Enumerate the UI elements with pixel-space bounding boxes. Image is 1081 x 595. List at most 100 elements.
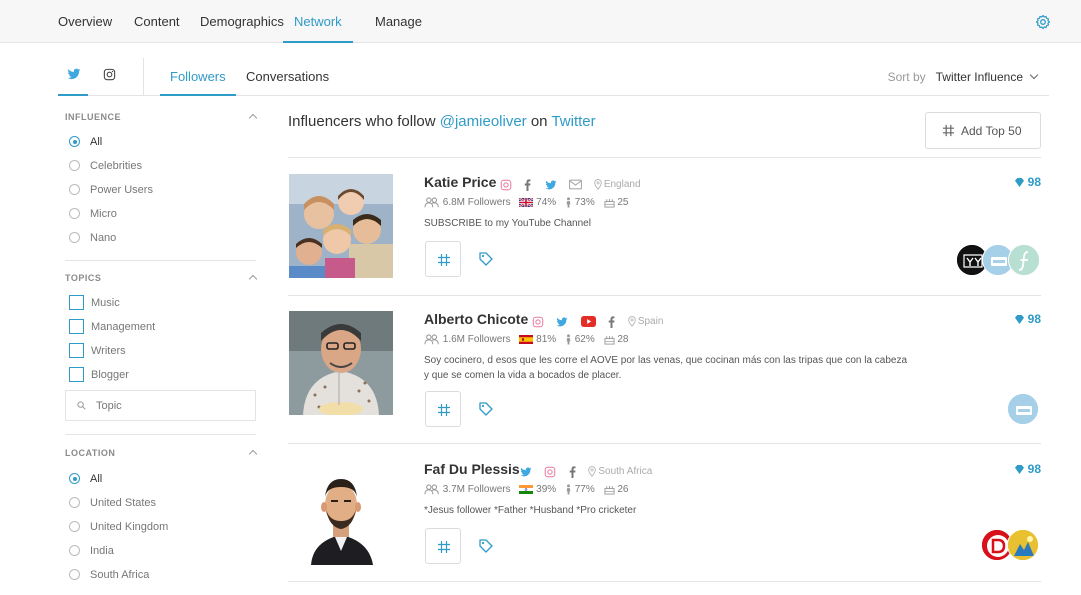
top-navigation: Overview Content Demographics Network Ma… bbox=[0, 0, 1081, 43]
tag-icon[interactable] bbox=[478, 538, 494, 554]
topics-heading: TOPICS bbox=[65, 273, 102, 283]
influence-score: 98 bbox=[1014, 312, 1041, 326]
checkbox-icon bbox=[69, 367, 84, 382]
search-icon bbox=[77, 401, 86, 410]
network-tab-twitter[interactable] bbox=[58, 58, 88, 96]
influencer-card: Faf Du Plessis South Africa 3.7M Followe… bbox=[288, 445, 1041, 582]
tab-followers[interactable]: Followers bbox=[160, 58, 236, 96]
checkbox-icon bbox=[69, 343, 84, 358]
uk-flag-icon bbox=[519, 198, 534, 207]
tab-overview[interactable]: Overview bbox=[58, 0, 112, 43]
instagram-icon[interactable] bbox=[103, 68, 116, 81]
followers-count: 1.6M Followers bbox=[442, 334, 511, 345]
sort-dropdown[interactable]: Sort by Twitter Influence bbox=[887, 70, 1039, 84]
age-icon bbox=[603, 198, 615, 208]
facebook-icon[interactable] bbox=[523, 179, 532, 191]
influence-score: 98 bbox=[1014, 175, 1041, 189]
chevron-up-icon[interactable] bbox=[248, 113, 258, 123]
influencer-location: Spain bbox=[637, 316, 664, 328]
followers-count: 3.7M Followers bbox=[442, 484, 511, 495]
hashtag-icon bbox=[438, 541, 450, 553]
sort-label: Sort by bbox=[887, 70, 926, 84]
filter-sidebar: INFLUENCE All Celebrities Power Users Mi… bbox=[58, 96, 258, 595]
chevron-up-icon[interactable] bbox=[248, 449, 258, 459]
radio-icon bbox=[69, 160, 80, 171]
checkbox-icon bbox=[69, 295, 84, 310]
radio-icon bbox=[69, 545, 80, 556]
topic-search-box bbox=[65, 390, 256, 421]
tab-demographics[interactable]: Demographics bbox=[200, 0, 284, 43]
hashtag-icon bbox=[438, 254, 450, 266]
influencer-location: England bbox=[603, 179, 641, 191]
influencer-name[interactable]: Katie Price bbox=[424, 174, 496, 190]
influencer-photo[interactable] bbox=[289, 311, 393, 415]
radio-icon bbox=[69, 497, 80, 508]
handle-link[interactable]: @jamieoliver bbox=[440, 113, 527, 130]
topic-search-input[interactable] bbox=[96, 397, 246, 415]
diamond-icon bbox=[1014, 465, 1024, 475]
divider bbox=[65, 434, 256, 435]
radio-icon bbox=[69, 569, 80, 580]
age-icon bbox=[603, 485, 615, 495]
location-pin-icon bbox=[593, 179, 602, 191]
spain-flag-icon bbox=[519, 335, 534, 344]
influence-heading: INFLUENCE bbox=[65, 112, 121, 122]
email-icon[interactable] bbox=[569, 179, 583, 190]
tab-conversations[interactable]: Conversations bbox=[246, 58, 329, 96]
influencer-bio: SUBSCRIBE to my YouTube Channel bbox=[424, 218, 591, 229]
age-value: 25 bbox=[617, 197, 629, 208]
add-top-50-button[interactable]: Add Top 50 bbox=[925, 112, 1041, 149]
social-links: England bbox=[500, 176, 641, 191]
radio-icon bbox=[69, 208, 80, 219]
add-top-50-label: Add Top 50 bbox=[961, 124, 1022, 138]
influencer-name[interactable]: Faf Du Plessis bbox=[424, 461, 520, 477]
twitter-icon[interactable] bbox=[555, 316, 569, 328]
diamond-icon bbox=[1014, 315, 1024, 325]
avatar[interactable] bbox=[1007, 393, 1039, 425]
tab-content[interactable]: Content bbox=[134, 0, 180, 43]
influencer-name[interactable]: Alberto Chicote bbox=[424, 311, 528, 327]
age-value: 26 bbox=[617, 484, 629, 495]
shared-audience-avatars bbox=[956, 244, 1041, 276]
sort-value: Twitter Influence bbox=[935, 70, 1023, 84]
influencer-stats: 3.7M Followers 39% 77% 26 bbox=[424, 484, 628, 495]
influencer-stats: 1.6M Followers 81% 62% 28 bbox=[424, 334, 628, 345]
tag-icon[interactable] bbox=[478, 401, 494, 417]
checkbox-icon bbox=[69, 319, 84, 334]
radio-icon bbox=[69, 184, 80, 195]
instagram-icon[interactable] bbox=[544, 466, 556, 478]
add-to-list-button[interactable] bbox=[425, 391, 461, 427]
twitter-icon[interactable] bbox=[544, 179, 558, 191]
tab-network[interactable]: Network bbox=[283, 0, 353, 43]
tag-icon[interactable] bbox=[478, 251, 494, 267]
diamond-icon bbox=[1014, 178, 1024, 188]
age-value: 28 bbox=[617, 334, 629, 345]
influencer-photo[interactable] bbox=[289, 174, 393, 278]
influencer-card: Alberto Chicote Spain 1.6M Followers 81%… bbox=[288, 295, 1041, 444]
network-link[interactable]: Twitter bbox=[551, 113, 595, 130]
hashtag-icon bbox=[942, 124, 955, 137]
avatar[interactable] bbox=[1007, 529, 1039, 561]
country-percentage: 39% bbox=[536, 484, 557, 495]
chevron-up-icon[interactable] bbox=[248, 274, 258, 284]
age-icon bbox=[603, 335, 615, 345]
facebook-icon[interactable] bbox=[568, 466, 577, 478]
title-prefix: Influencers who follow bbox=[288, 113, 436, 130]
influencer-bio: *Jesus follower *Father *Husband *Pro cr… bbox=[424, 505, 637, 516]
gender-icon bbox=[566, 197, 571, 208]
youtube-icon[interactable] bbox=[580, 316, 596, 328]
gear-icon[interactable] bbox=[1035, 14, 1051, 30]
twitter-icon[interactable] bbox=[519, 466, 533, 478]
shared-audience-avatars bbox=[1007, 393, 1041, 425]
followers-icon bbox=[424, 484, 439, 495]
add-to-list-button[interactable] bbox=[425, 241, 461, 277]
influencer-photo[interactable] bbox=[289, 461, 393, 565]
facebook-icon[interactable] bbox=[607, 316, 616, 328]
tab-manage[interactable]: Manage bbox=[375, 0, 422, 43]
influencer-stats: 6.8M Followers 74% 73% 25 bbox=[424, 197, 628, 208]
avatar[interactable] bbox=[1008, 244, 1040, 276]
instagram-icon[interactable] bbox=[532, 316, 544, 328]
followers-icon bbox=[424, 334, 439, 345]
add-to-list-button[interactable] bbox=[425, 528, 461, 564]
instagram-icon[interactable] bbox=[500, 179, 512, 191]
